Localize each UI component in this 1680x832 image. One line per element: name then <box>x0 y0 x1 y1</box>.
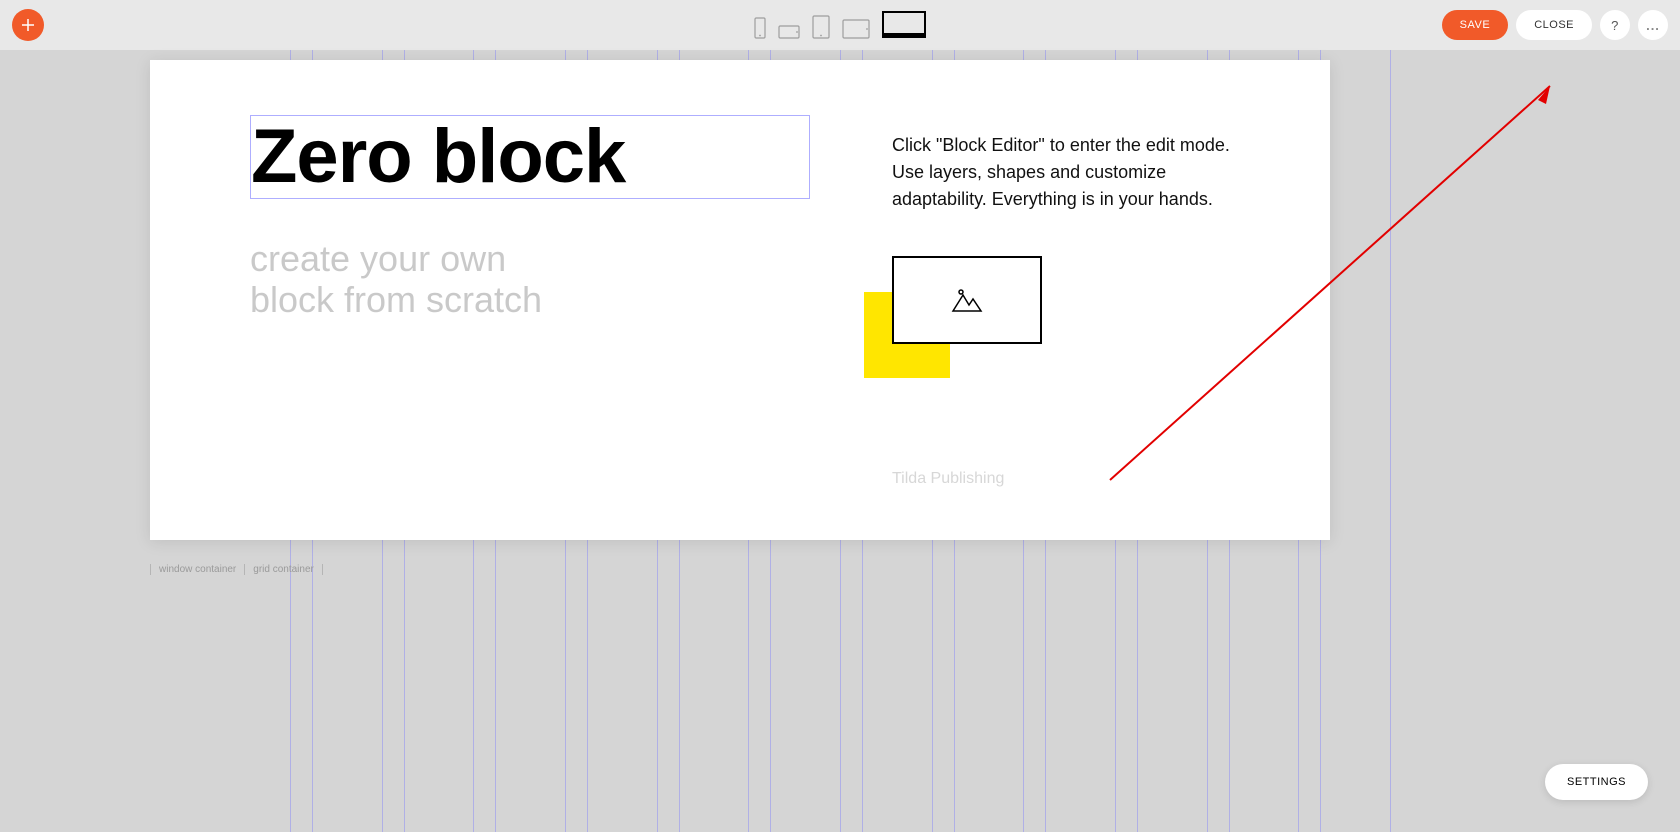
mountain-image-icon <box>950 283 984 317</box>
save-button[interactable]: SAVE <box>1442 10 1509 40</box>
description-element[interactable]: Click "Block Editor" to enter the edit m… <box>892 132 1232 213</box>
image-placeholder-element[interactable] <box>892 256 1042 344</box>
subheading-element[interactable]: create your own block from scratch <box>250 238 542 321</box>
device-tablet-portrait[interactable] <box>812 15 830 39</box>
workspace: Zero block create your own block from sc… <box>0 50 1680 832</box>
window-container-label: window container <box>150 564 244 575</box>
device-desktop[interactable] <box>882 11 926 39</box>
heading-text: Zero block <box>251 121 809 193</box>
settings-button[interactable]: SETTINGS <box>1545 764 1648 800</box>
tablet-landscape-icon <box>842 19 870 39</box>
credit-text[interactable]: Tilda Publishing <box>892 470 1004 488</box>
subheading-line1: create your own <box>250 238 542 279</box>
top-toolbar: SAVE CLOSE ? ... <box>0 0 1680 50</box>
close-button[interactable]: CLOSE <box>1516 10 1592 40</box>
device-phone-landscape[interactable] <box>778 25 800 39</box>
phone-landscape-icon <box>778 25 800 39</box>
device-switcher <box>754 11 926 39</box>
help-button[interactable]: ? <box>1600 10 1630 40</box>
subheading-line2: block from scratch <box>250 279 542 320</box>
device-tablet-landscape[interactable] <box>842 19 870 39</box>
tablet-portrait-icon <box>812 15 830 39</box>
toolbar-right: SAVE CLOSE ? ... <box>1442 10 1668 40</box>
heading-element[interactable]: Zero block <box>250 115 810 199</box>
plus-icon <box>21 18 35 32</box>
device-phone-portrait[interactable] <box>754 17 766 39</box>
phone-portrait-icon <box>754 17 766 39</box>
more-menu-button[interactable]: ... <box>1638 10 1668 40</box>
grid-container-label: grid container <box>244 564 323 575</box>
container-labels: window container grid container <box>150 560 323 578</box>
add-block-button[interactable] <box>12 9 44 41</box>
zero-block-canvas[interactable]: Zero block create your own block from sc… <box>150 60 1330 540</box>
desktop-icon <box>882 11 926 39</box>
